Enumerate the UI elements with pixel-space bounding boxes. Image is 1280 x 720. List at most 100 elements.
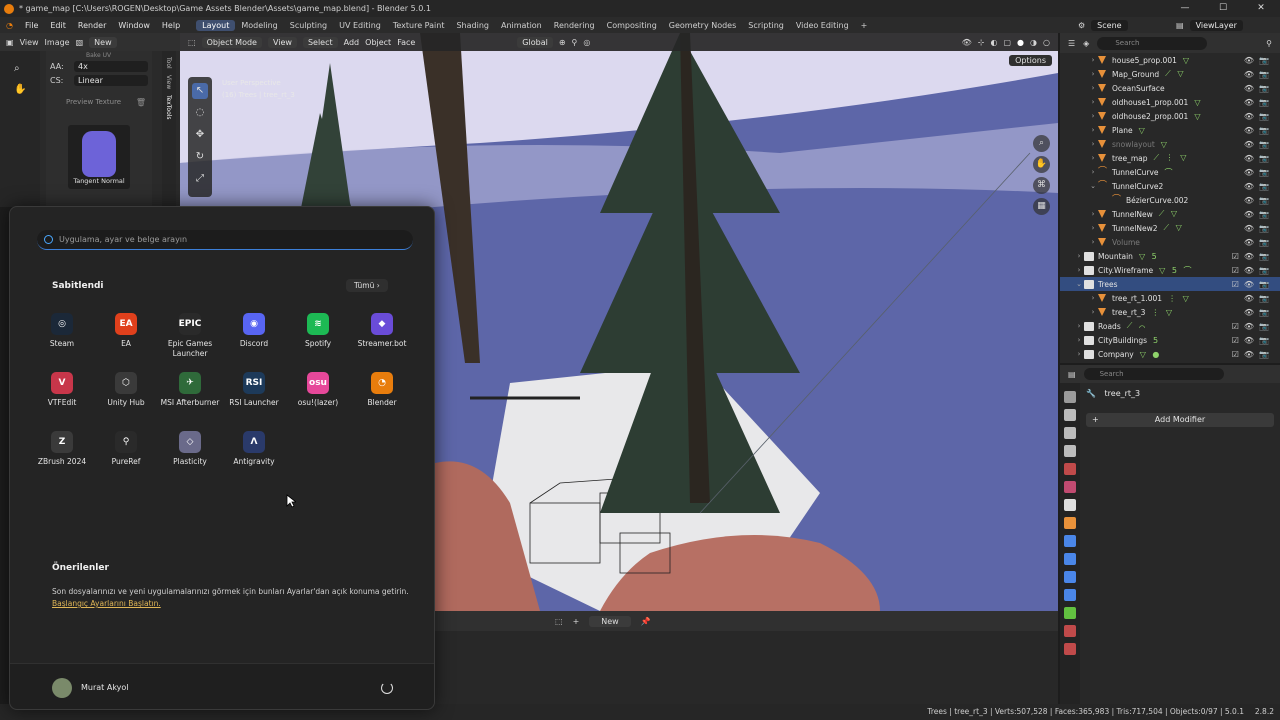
- viewport-menu-face[interactable]: Face: [397, 38, 415, 47]
- image-menu-view[interactable]: View: [20, 38, 39, 47]
- tab-uv-editing[interactable]: UV Editing: [333, 20, 387, 31]
- select-tool-icon[interactable]: ↖: [192, 83, 208, 99]
- tab-view[interactable]: View: [165, 75, 172, 89]
- filter-icon[interactable]: ⚲: [1266, 39, 1272, 48]
- outliner-row[interactable]: › tree_rt_1.001 ⋮ ▽ 👁📷: [1060, 291, 1280, 305]
- add-icon[interactable]: +: [573, 617, 580, 626]
- expand-arrow-icon[interactable]: ›: [1088, 224, 1098, 232]
- tool-tab-icon[interactable]: [1064, 391, 1076, 403]
- outliner-row[interactable]: › TunnelNew2 ⟋ ▽ 👁📷: [1060, 221, 1280, 235]
- expand-arrow-icon[interactable]: ⌄: [1088, 182, 1098, 190]
- tab-compositing[interactable]: Compositing: [601, 20, 663, 31]
- outliner-row[interactable]: ⌄ ⌒ TunnelCurve2 👁📷: [1060, 179, 1280, 193]
- outliner-row[interactable]: › oldhouse2_prop.001 ▽ 👁📷: [1060, 109, 1280, 123]
- camera-icon[interactable]: ⌘: [1033, 177, 1050, 194]
- visibility-icons[interactable]: ☑👁📷: [1232, 280, 1274, 289]
- app-tile[interactable]: Z ZBrush 2024: [30, 431, 94, 467]
- menu-help[interactable]: Help: [156, 21, 186, 30]
- avatar[interactable]: [52, 678, 72, 698]
- view-layer-name[interactable]: ViewLayer: [1189, 19, 1243, 31]
- menu-file[interactable]: File: [19, 21, 44, 30]
- expand-arrow-icon[interactable]: ›: [1088, 168, 1098, 176]
- expand-arrow-icon[interactable]: ›: [1074, 336, 1084, 344]
- delete-icon[interactable]: 🗑: [136, 98, 146, 107]
- visibility-icons[interactable]: ☑👁📷: [1232, 322, 1274, 331]
- close-button[interactable]: ✕: [1242, 0, 1280, 17]
- material-tab-icon[interactable]: [1064, 625, 1076, 637]
- user-name[interactable]: Murat Akyol: [81, 683, 129, 692]
- app-tile[interactable]: ◉ Discord: [222, 313, 286, 349]
- outliner-row[interactable]: ⌒ BézierCurve.002 👁📷: [1060, 193, 1280, 207]
- orientation-dropdown[interactable]: Global: [517, 36, 553, 48]
- editor-type-icon[interactable]: ▤: [1068, 370, 1076, 379]
- tab-textools[interactable]: TexTools: [165, 95, 172, 120]
- shading-material-icon[interactable]: ◑: [1030, 38, 1037, 47]
- expand-arrow-icon[interactable]: ›: [1088, 70, 1098, 78]
- collection-tab-icon[interactable]: [1064, 499, 1076, 511]
- particles-tab-icon[interactable]: [1064, 553, 1076, 565]
- outliner-row[interactable]: › snowlayout ▽ 👁📷: [1060, 137, 1280, 151]
- start-settings-link[interactable]: Başlangıç Ayarlarını Başlatın.: [52, 599, 161, 608]
- visibility-icons[interactable]: 👁📷: [1244, 182, 1274, 191]
- cs-dropdown[interactable]: Linear: [74, 74, 148, 86]
- tab-scripting[interactable]: Scripting: [742, 20, 790, 31]
- expand-arrow-icon[interactable]: ›: [1074, 252, 1084, 260]
- expand-arrow-icon[interactable]: ›: [1088, 126, 1098, 134]
- scale-tool-icon[interactable]: ⤢: [192, 171, 208, 187]
- visibility-icons[interactable]: 👁📷: [1244, 196, 1274, 205]
- outliner-row[interactable]: › Plane ▽ 👁📷: [1060, 123, 1280, 137]
- world-tab-icon[interactable]: [1064, 481, 1076, 493]
- properties-search-input[interactable]: Search: [1083, 368, 1224, 380]
- viewport-menu-select[interactable]: Select: [302, 36, 338, 48]
- image-browse-icon[interactable]: ▧: [76, 38, 84, 47]
- outliner-row[interactable]: › CityBuildings 5 ☑👁📷: [1060, 333, 1280, 347]
- output-tab-icon[interactable]: [1064, 427, 1076, 439]
- visibility-icons[interactable]: 👁📷: [1244, 140, 1274, 149]
- all-apps-button[interactable]: Tümü ›: [346, 279, 388, 292]
- expand-arrow-icon[interactable]: ›: [1088, 56, 1098, 64]
- new-image-button[interactable]: New: [89, 36, 117, 48]
- editor-type-icon[interactable]: ⬚: [555, 617, 563, 626]
- expand-arrow-icon[interactable]: ›: [1088, 112, 1098, 120]
- expand-arrow-icon[interactable]: ⌄: [1074, 280, 1084, 288]
- expand-arrow-icon[interactable]: ›: [1074, 266, 1084, 274]
- viewport-menu-object[interactable]: Object: [365, 38, 391, 47]
- visibility-icons[interactable]: 👁📷: [1244, 56, 1274, 65]
- tab-sculpting[interactable]: Sculpting: [284, 20, 333, 31]
- options-dropdown[interactable]: Options: [1009, 55, 1052, 66]
- outliner-row[interactable]: › Map_Ground ⟋ ▽ 👁📷: [1060, 67, 1280, 81]
- aa-dropdown[interactable]: 4x: [74, 60, 148, 72]
- outliner-row[interactable]: ›Cutters☑👁📷: [1060, 361, 1280, 363]
- constraints-tab-icon[interactable]: [1064, 589, 1076, 601]
- visibility-icons[interactable]: 👁📷: [1244, 154, 1274, 163]
- app-tile[interactable]: ◆ Streamer.bot: [350, 313, 414, 349]
- pan-icon[interactable]: ✋: [14, 84, 40, 95]
- app-tile[interactable]: RSI RSI Launcher: [222, 372, 286, 408]
- add-modifier-button[interactable]: + Add Modifier: [1086, 413, 1274, 427]
- visibility-icons[interactable]: ☑👁📷: [1232, 350, 1274, 359]
- app-tile[interactable]: ◔ Blender: [350, 372, 414, 408]
- start-search-input[interactable]: Uygulama, ayar ve belge arayın: [37, 230, 413, 250]
- visibility-icons[interactable]: 👁📷: [1244, 98, 1274, 107]
- app-tile[interactable]: Λ Antigravity: [222, 431, 286, 467]
- editor-type-icon[interactable]: ⬚: [188, 38, 196, 47]
- visibility-icons[interactable]: ☑👁📷: [1232, 336, 1274, 345]
- menu-render[interactable]: Render: [72, 21, 112, 30]
- app-tile[interactable]: ✈ MSI Afterburner: [158, 372, 222, 408]
- scene-tab-icon[interactable]: [1064, 463, 1076, 475]
- zoom-icon[interactable]: ⌕: [14, 63, 40, 74]
- outliner-row[interactable]: › tree_rt_3 ⋮ ▽ 👁📷: [1060, 305, 1280, 319]
- visibility-icons[interactable]: 👁📷: [1244, 84, 1274, 93]
- modifier-tab-icon[interactable]: [1064, 535, 1076, 547]
- outliner-row[interactable]: › oldhouse1_prop.001 ▽ 👁📷: [1060, 95, 1280, 109]
- outliner-row[interactable]: › Volume 👁📷: [1060, 235, 1280, 249]
- display-mode-icon[interactable]: ◈: [1083, 39, 1089, 48]
- view-layer-selector[interactable]: ▤ ViewLayer: [1176, 17, 1243, 33]
- expand-arrow-icon[interactable]: ›: [1088, 308, 1098, 316]
- visibility-icons[interactable]: 👁📷: [1244, 168, 1274, 177]
- outliner-row[interactable]: › TunnelNew ⟋ ▽ 👁📷: [1060, 207, 1280, 221]
- visibility-icons[interactable]: 👁📷: [1244, 238, 1274, 247]
- maximize-button[interactable]: ☐: [1204, 0, 1242, 17]
- expand-arrow-icon[interactable]: ›: [1088, 238, 1098, 246]
- outliner-row[interactable]: ⌄ Trees ☑👁📷: [1060, 277, 1280, 291]
